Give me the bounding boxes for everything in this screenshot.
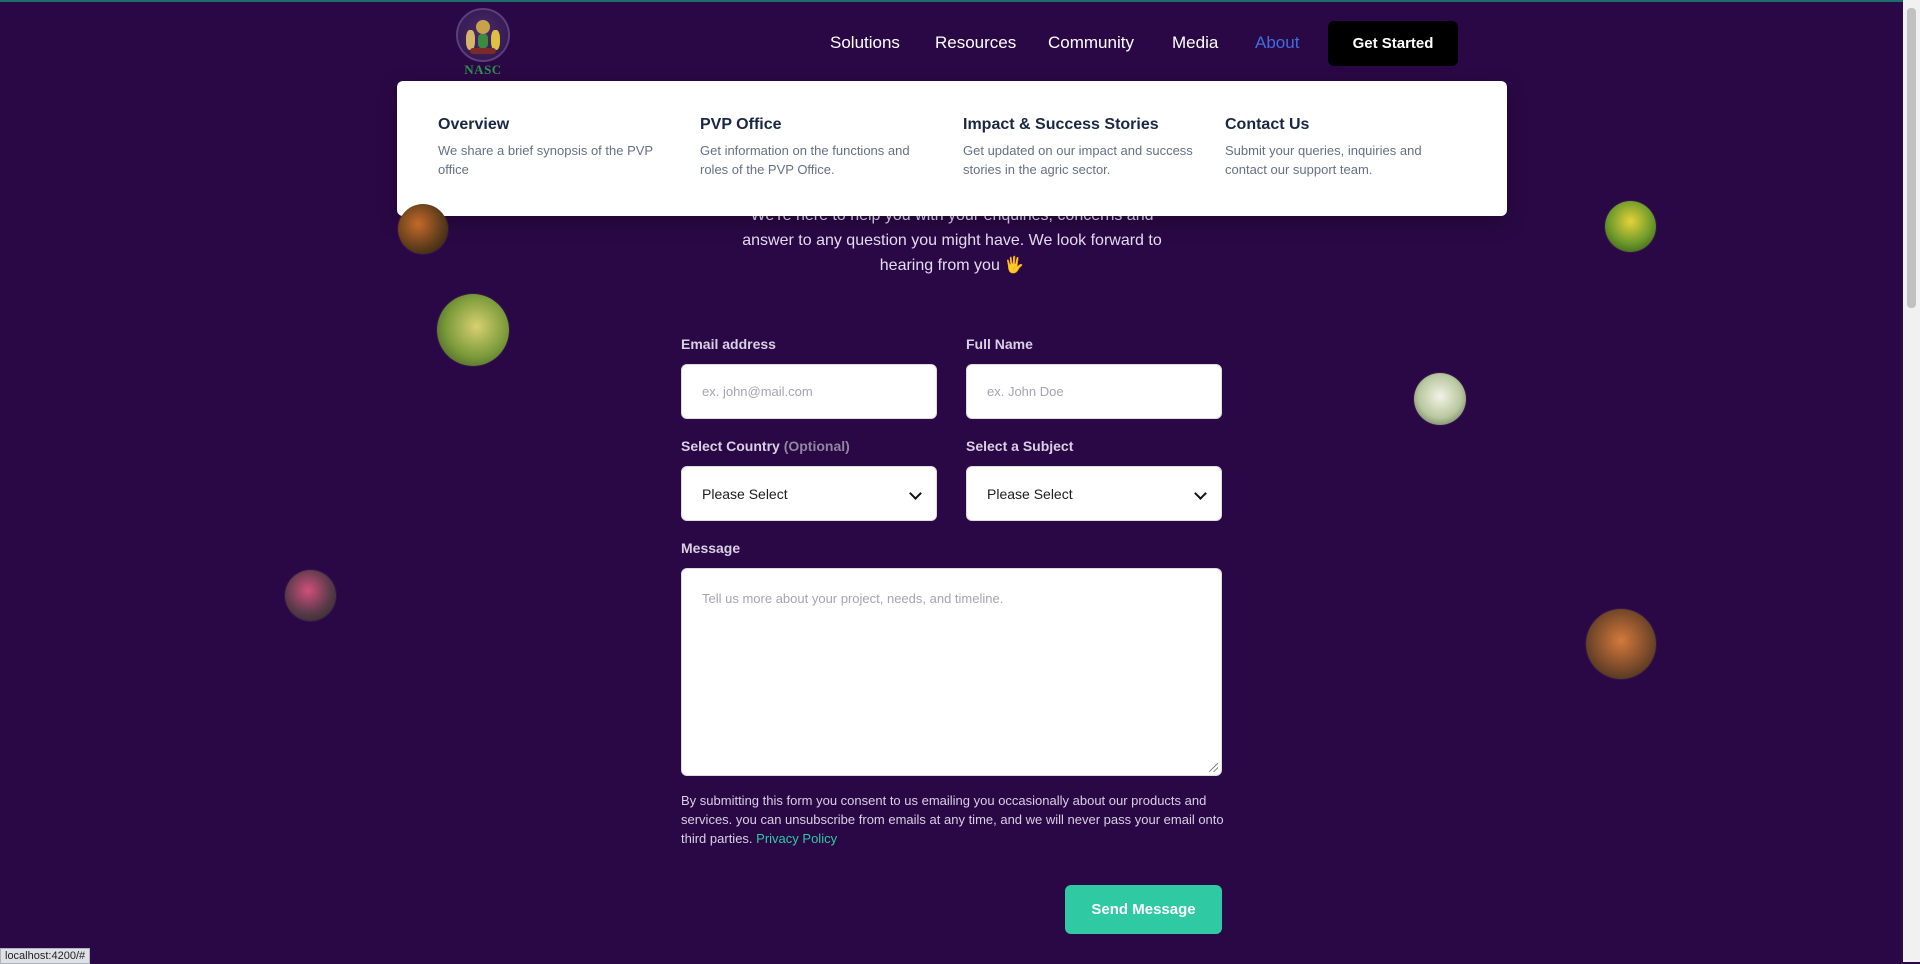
nav-media[interactable]: Media (1172, 33, 1218, 55)
nav-solutions[interactable]: Solutions (830, 33, 900, 55)
menu-item-desc: Get information on the functions and rol… (700, 143, 910, 177)
privacy-policy-link[interactable]: Privacy Policy (756, 831, 837, 846)
subject-selected-value: Please Select (987, 486, 1073, 502)
menu-item-desc: Get updated on our impact and success st… (963, 143, 1193, 177)
produce-image-bubble (285, 570, 336, 621)
email-label: Email address (681, 336, 776, 352)
subject-select[interactable]: Please Select (966, 466, 1222, 521)
menu-item-desc: Submit your queries, inquiries and conta… (1225, 143, 1422, 177)
email-field[interactable] (681, 364, 937, 419)
scrollbar-thumb[interactable] (1907, 8, 1916, 308)
message-label: Message (681, 540, 741, 556)
consent-notice: By submitting this form you consent to u… (681, 791, 1226, 848)
menu-item-contact-us[interactable]: Contact Us Submit your queries, inquirie… (1225, 116, 1465, 179)
menu-item-title: PVP Office (700, 116, 782, 133)
menu-item-pvp-office[interactable]: PVP Office Get information on the functi… (700, 116, 940, 179)
produce-image-bubble (437, 294, 509, 366)
intro-line-2: answer to any question you might have. W… (742, 232, 1162, 249)
country-selected-value: Please Select (702, 486, 788, 502)
menu-item-title: Overview (438, 116, 510, 133)
optional-tag: (Optional) (783, 438, 850, 454)
chevron-down-icon (909, 487, 922, 500)
produce-image-bubble (1605, 201, 1656, 252)
send-message-button[interactable]: Send Message (1065, 885, 1222, 934)
nav-community[interactable]: Community (1048, 33, 1134, 55)
top-border (0, 0, 1920, 2)
menu-item-desc: We share a brief synopsis of the PVP off… (438, 143, 653, 177)
produce-image-bubble (398, 204, 448, 254)
intro-line-3: hearing from you 🖐 (879, 257, 1025, 274)
nav-resources[interactable]: Resources (935, 33, 1016, 55)
get-started-button[interactable]: Get Started (1328, 21, 1458, 66)
about-dropdown-menu: Overview We share a brief synopsis of th… (397, 81, 1507, 216)
menu-item-overview[interactable]: Overview We share a brief synopsis of th… (438, 116, 678, 179)
logo-text: NASC (464, 62, 502, 77)
country-label-text: Select Country (681, 438, 780, 454)
full-name-input[interactable] (967, 365, 1221, 418)
menu-item-title: Impact & Success Stories (963, 116, 1159, 133)
produce-image-bubble (1414, 373, 1466, 425)
full-name-field[interactable] (966, 364, 1222, 419)
nav-about[interactable]: About (1255, 33, 1299, 55)
page-scrollbar[interactable] (1903, 0, 1920, 962)
resize-handle-icon[interactable] (1209, 763, 1218, 772)
country-label: Select Country (Optional) (681, 438, 850, 454)
menu-item-impact-stories[interactable]: Impact & Success Stories Get updated on … (963, 116, 1203, 179)
message-field[interactable] (681, 568, 1222, 776)
nasc-logo[interactable]: NASC (452, 8, 514, 77)
message-textarea[interactable] (682, 569, 1221, 775)
produce-image-bubble (1586, 609, 1656, 679)
country-select[interactable]: Please Select (681, 466, 937, 521)
subject-label: Select a Subject (966, 438, 1074, 454)
email-input[interactable] (682, 365, 936, 418)
full-name-label: Full Name (966, 336, 1033, 352)
chevron-down-icon (1194, 487, 1207, 500)
coat-of-arms-icon (456, 8, 510, 62)
menu-item-title: Contact Us (1225, 116, 1310, 133)
